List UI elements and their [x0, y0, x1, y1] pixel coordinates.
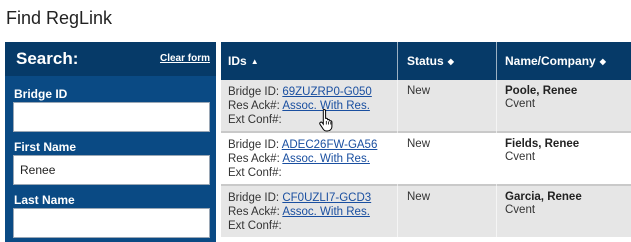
- res-ack-line: Res Ack#: Assoc. With Res.: [228, 206, 370, 218]
- status-cell: New: [407, 138, 431, 150]
- sort-toggle-icon: ◆: [447, 57, 454, 66]
- name-cell: Fields, Renee: [505, 138, 580, 150]
- table-row: Bridge ID: ADEC26FW-GA56 Res Ack#: Assoc…: [221, 133, 631, 184]
- bridge-id-link[interactable]: ADEC26FW-GA56: [282, 139, 378, 151]
- ext-conf-line: Ext Conf#:: [228, 220, 282, 232]
- res-ack-link[interactable]: Assoc. With Res.: [282, 100, 370, 112]
- bridge-id-input[interactable]: [13, 102, 210, 132]
- table-row: Bridge ID: 69ZUZRP0-G050 Res Ack#: Assoc…: [221, 80, 631, 131]
- company-cell: Cvent: [505, 98, 536, 110]
- name-cell: Garcia, Renee: [505, 191, 582, 203]
- column-divider: [397, 42, 398, 242]
- res-ack-link[interactable]: Assoc. With Res.: [282, 206, 370, 218]
- bridge-id-label: Bridge ID: [14, 87, 68, 101]
- ext-conf-caption: Ext Conf#:: [228, 167, 282, 179]
- name-cell: Poole, Renee: [505, 85, 578, 97]
- bridge-id-line: Bridge ID: CF0UZLI7-GCD3: [228, 192, 371, 204]
- res-ack-line: Res Ack#: Assoc. With Res.: [228, 153, 370, 165]
- company-cell: Cvent: [505, 151, 536, 163]
- status-cell: New: [407, 85, 431, 97]
- col-header-status[interactable]: Status ◆: [407, 54, 454, 68]
- first-name-label: First Name: [14, 140, 77, 154]
- ext-conf-caption: Ext Conf#:: [228, 220, 282, 232]
- bridge-id-caption: Bridge ID:: [228, 86, 280, 98]
- sort-toggle-icon: ◆: [599, 57, 606, 66]
- clear-form-link[interactable]: Clear form: [160, 53, 210, 64]
- bridge-id-line: Bridge ID: 69ZUZRP0-G050: [228, 86, 372, 98]
- res-ack-line: Res Ack#: Assoc. With Res.: [228, 100, 370, 112]
- ext-conf-line: Ext Conf#:: [228, 114, 282, 126]
- last-name-label: Last Name: [14, 193, 75, 207]
- ext-conf-line: Ext Conf#:: [228, 167, 282, 179]
- col-header-ids[interactable]: IDs ▲: [228, 54, 259, 68]
- col-header-name-company[interactable]: Name/Company ◆: [505, 54, 606, 68]
- search-title: Search:: [16, 49, 79, 68]
- col-header-status-label: Status: [407, 54, 444, 68]
- last-name-input[interactable]: [13, 208, 210, 238]
- col-header-ids-label: IDs: [228, 54, 247, 68]
- results-header: IDs ▲ Status ◆ Name/Company ◆: [221, 42, 631, 80]
- bridge-id-caption: Bridge ID:: [228, 192, 280, 204]
- column-divider: [496, 42, 497, 242]
- search-header: Search: Clear form: [5, 42, 216, 76]
- res-ack-caption: Res Ack#:: [228, 153, 280, 165]
- col-header-name-label: Name/Company: [505, 54, 596, 68]
- table-row: Bridge ID: CF0UZLI7-GCD3 Res Ack#: Assoc…: [221, 186, 631, 237]
- status-cell: New: [407, 191, 431, 203]
- res-ack-caption: Res Ack#:: [228, 100, 280, 112]
- first-name-input[interactable]: [13, 155, 210, 185]
- res-ack-link[interactable]: Assoc. With Res.: [282, 153, 370, 165]
- search-panel: Search: Clear form Bridge ID First Name …: [5, 42, 216, 242]
- bridge-id-link[interactable]: 69ZUZRP0-G050: [282, 86, 371, 98]
- bridge-id-caption: Bridge ID:: [228, 139, 280, 151]
- sort-ascending-icon: ▲: [250, 57, 259, 66]
- company-cell: Cvent: [505, 204, 536, 216]
- bridge-id-link[interactable]: CF0UZLI7-GCD3: [282, 192, 371, 204]
- results-table: IDs ▲ Status ◆ Name/Company ◆ Bridge ID: 69…: [221, 42, 631, 242]
- bridge-id-line: Bridge ID: ADEC26FW-GA56: [228, 139, 377, 151]
- res-ack-caption: Res Ack#:: [228, 206, 280, 218]
- page-title: Find RegLink: [6, 8, 113, 28]
- ext-conf-caption: Ext Conf#:: [228, 114, 282, 126]
